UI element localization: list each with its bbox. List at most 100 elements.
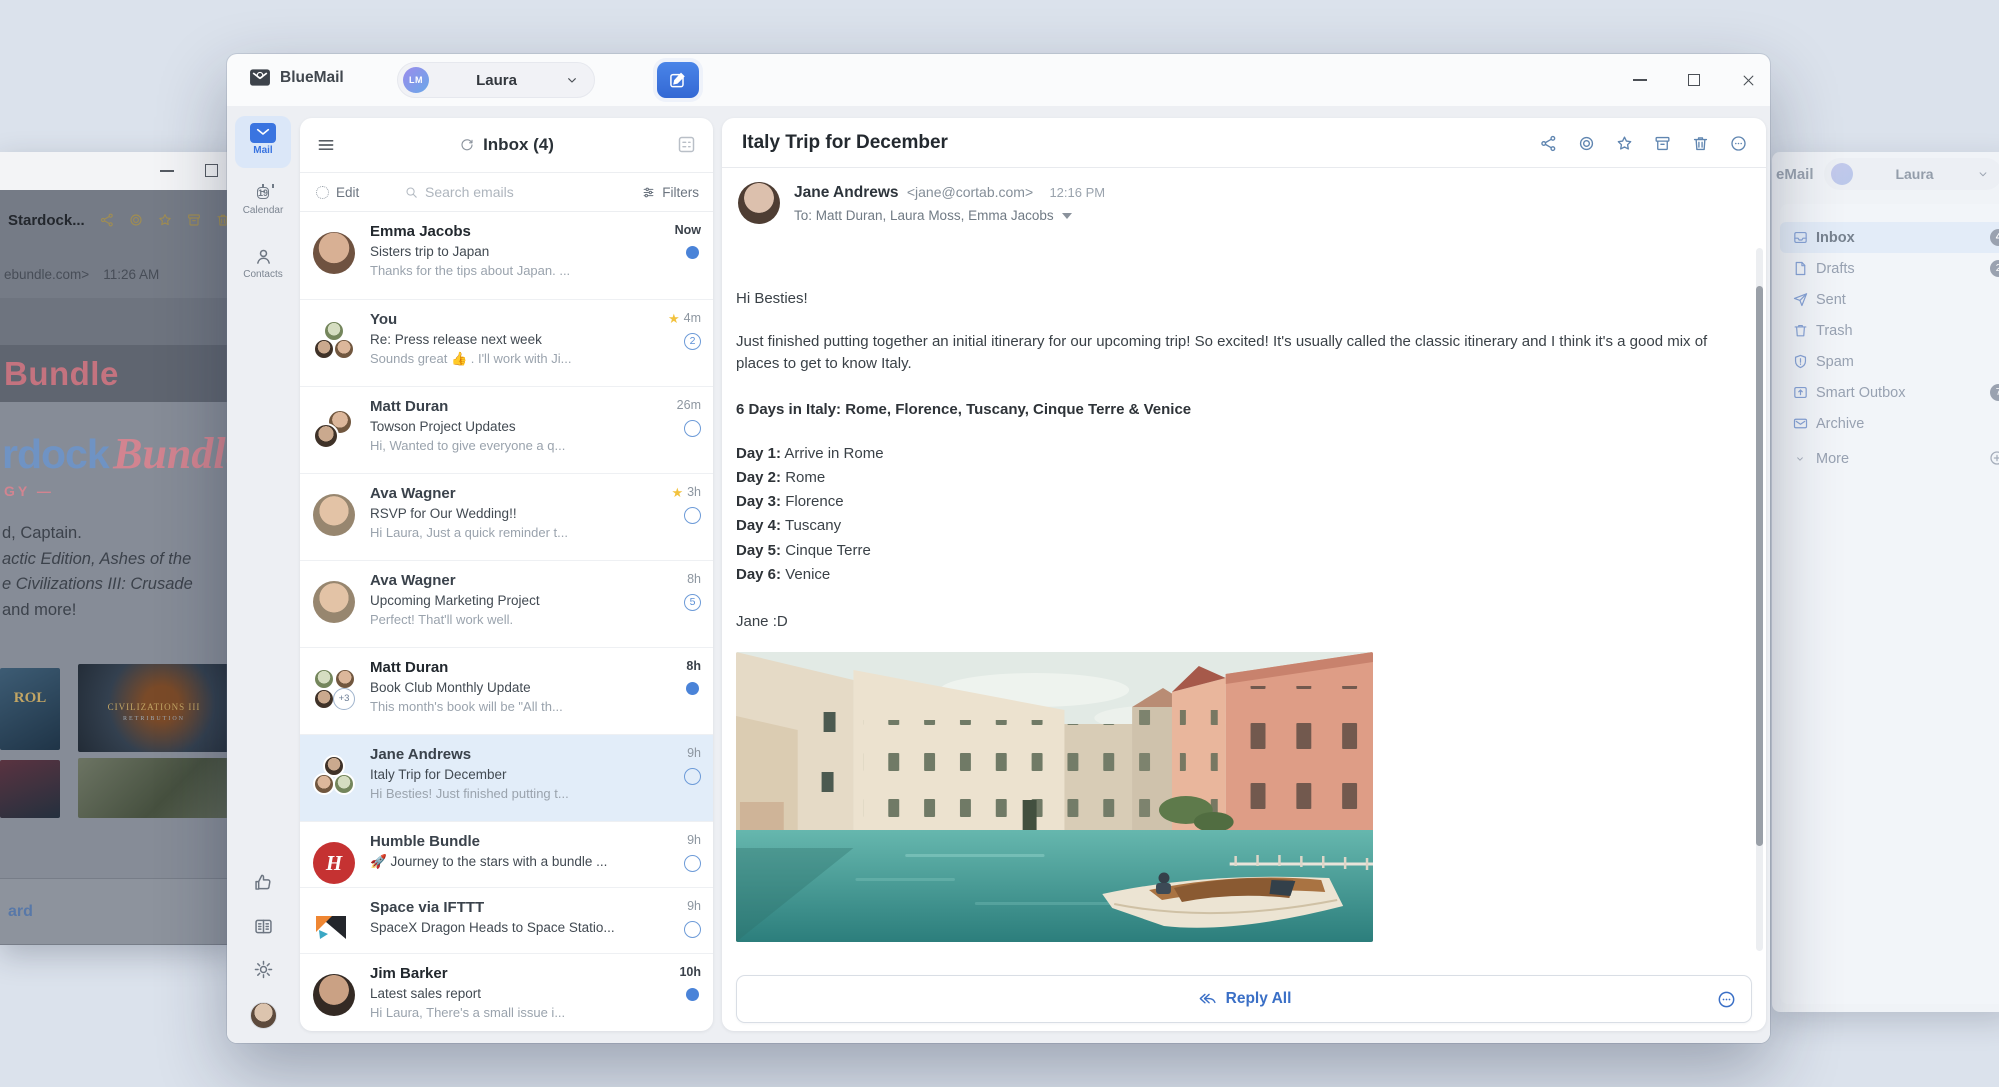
search-input[interactable] [425,184,575,200]
feedback-button[interactable] [235,872,291,893]
folder-list: Inbox 4 Drafts 2 Sent Trash Spam Smart O… [1780,204,1999,1004]
sidebar-item-drafts[interactable]: Drafts 2 [1780,253,1999,284]
sidebar-item-sent[interactable]: Sent [1780,284,1999,315]
venice-photo [736,652,1373,942]
email-row-matt-duran[interactable]: Matt Duran Towson Project Updates Hi, Wa… [300,386,713,473]
overflow-badge: +3 [333,688,355,710]
bundle-logo-text: Bundle [113,429,237,478]
close-button[interactable] [1725,54,1771,106]
trash-icon[interactable] [1691,134,1710,153]
scrollbar-thumb[interactable] [1756,286,1763,846]
nav-contacts[interactable]: Contacts [235,246,291,280]
share-icon[interactable] [1539,134,1558,153]
thumbs-up-icon [253,872,274,893]
email-body: Hi Besties! Just finished putting togeth… [736,266,1736,942]
email-row-you[interactable]: You Re: Press release next week Sounds g… [300,299,713,386]
avatar-group: +3 [313,668,355,710]
forward-link-fragment[interactable]: ard [8,903,33,921]
day-line: Day 5: Cinque Terre [736,539,1736,563]
sidebar-item-smart-outbox[interactable]: Smart Outbox 7 [1780,377,1999,408]
day-line: Day 2: Rome [736,466,1736,490]
inbox-icon [1792,229,1809,246]
email-row-humble-bundle[interactable]: H Humble Bundle 🚀 Journey to the stars w… [300,821,713,887]
calendar-icon: 19 [257,187,269,199]
whats-new-button[interactable] [235,916,291,937]
close-icon [1741,73,1756,88]
gear-icon [253,959,274,980]
email-row-matt-duran-2[interactable]: +3 Matt Duran Book Club Monthly Update T… [300,647,713,734]
menu-icon[interactable] [316,135,336,155]
filter-icon [641,185,656,200]
minimize-icon[interactable] [160,170,174,172]
star-icon[interactable] [1615,134,1634,153]
itinerary-heading: 6 Days in Italy: Rome, Florence, Tuscany… [736,401,1736,418]
nav-mail[interactable]: Mail [235,116,291,168]
email-row-jane-andrews-selected[interactable]: Jane Andrews Italy Trip for December Hi … [300,734,713,821]
bundle-description: d, Captain. actic Edition, Ashes of the … [2,521,237,623]
archive-icon[interactable] [1653,134,1672,153]
email-row-jim-barker[interactable]: Jim Barker Latest sales report Hi Laura,… [300,953,713,1031]
more-icon[interactable] [1729,134,1748,153]
sidebar-item-trash[interactable]: Trash [1780,315,1999,346]
background-window-bluemail[interactable]: eMail Laura Inbox 4 Drafts 2 Sent Trash [1772,152,1999,1012]
edit-button[interactable]: Edit [316,185,359,200]
folder-badge: 7 [1990,384,1999,401]
account-switcher[interactable]: LM Laura [397,62,595,98]
compose-button[interactable] [657,62,699,98]
settings-button[interactable] [235,959,291,980]
drafts-icon [1792,260,1809,277]
add-folder-icon[interactable] [1988,449,1999,467]
email-row-ava-wagner[interactable]: Ava Wagner RSVP for Our Wedding!! Hi Lau… [300,473,713,560]
logo-tagline: GY — [4,483,237,499]
nav-calendar[interactable]: 19 Calendar [235,183,291,216]
more-icon[interactable] [1716,989,1737,1010]
email-time: 11:26 AM [103,267,159,282]
sidebar-item-more[interactable]: More [1780,443,1999,474]
sidebar-item-inbox[interactable]: Inbox 4 [1780,222,1999,253]
view-mode-icon[interactable] [676,134,697,155]
brand-fragment: eMail [1776,166,1814,183]
sender-avatar [738,182,780,224]
minimize-button[interactable] [1617,54,1663,106]
avatar-group [313,320,355,362]
mark-read-icon[interactable] [1577,134,1596,153]
unread-dot [686,988,699,1001]
recipients-row[interactable]: To: Matt Duran, Laura Moss, Emma Jacobs [794,208,1746,223]
paragraph: Just finished putting together an initia… [736,331,1736,375]
email-row-ava-wagner-2[interactable]: Ava Wagner Upcoming Marketing Project Pe… [300,560,713,647]
background-window-stardock[interactable]: Stardock... ebundle.com> 11:26 AM Bundle… [0,152,237,945]
unread-dot [686,682,699,695]
sidebar-item-spam[interactable]: Spam [1780,346,1999,377]
app-brand: BlueMail [249,68,344,87]
bluemail-main-window: BlueMail LM Laura Mail [227,54,1770,1043]
email-title: Italy Trip for December [742,132,948,154]
maximize-button[interactable] [1671,54,1717,106]
email-action-icons[interactable] [99,212,231,228]
spam-icon [1792,353,1809,370]
select-all-icon [316,186,329,199]
chevron-down-icon [1976,167,1990,181]
email-row-emma-jacobs[interactable]: Emma Jacobs Sisters trip to Japan Thanks… [300,212,713,299]
avatar-group [313,407,355,449]
recipients-dropdown-icon [1062,213,1072,219]
account-switcher[interactable]: Laura [1824,158,1999,190]
bundle-logo-block: rdock Bundle GY — d, Captain. actic Edit… [0,402,237,640]
account-avatar: LM [403,67,429,93]
filters-button[interactable]: Filters [641,185,699,200]
reply-all-button[interactable]: Reply All [736,975,1752,1023]
user-avatar[interactable] [250,1002,277,1029]
nav-rail: Mail 19 Calendar Contacts [227,106,299,1043]
bundle-banner: Bundle [0,345,237,402]
contacts-icon [253,246,274,267]
search-box[interactable] [404,184,575,200]
account-name: Laura [429,72,564,89]
sidebar-item-archive[interactable]: Archive [1780,408,1999,439]
humble-bundle-logo: H [313,842,355,884]
chevron-down-icon [1793,452,1807,466]
game-cover: ROL [0,668,60,750]
refresh-icon[interactable] [459,137,475,153]
email-row-space-ifttt[interactable]: Space via IFTTT SpaceX Dragon Heads to S… [300,887,713,953]
sender-name: Jane Andrews [794,184,899,201]
maximize-icon[interactable] [205,164,218,177]
day-line: Day 6: Venice [736,563,1736,587]
